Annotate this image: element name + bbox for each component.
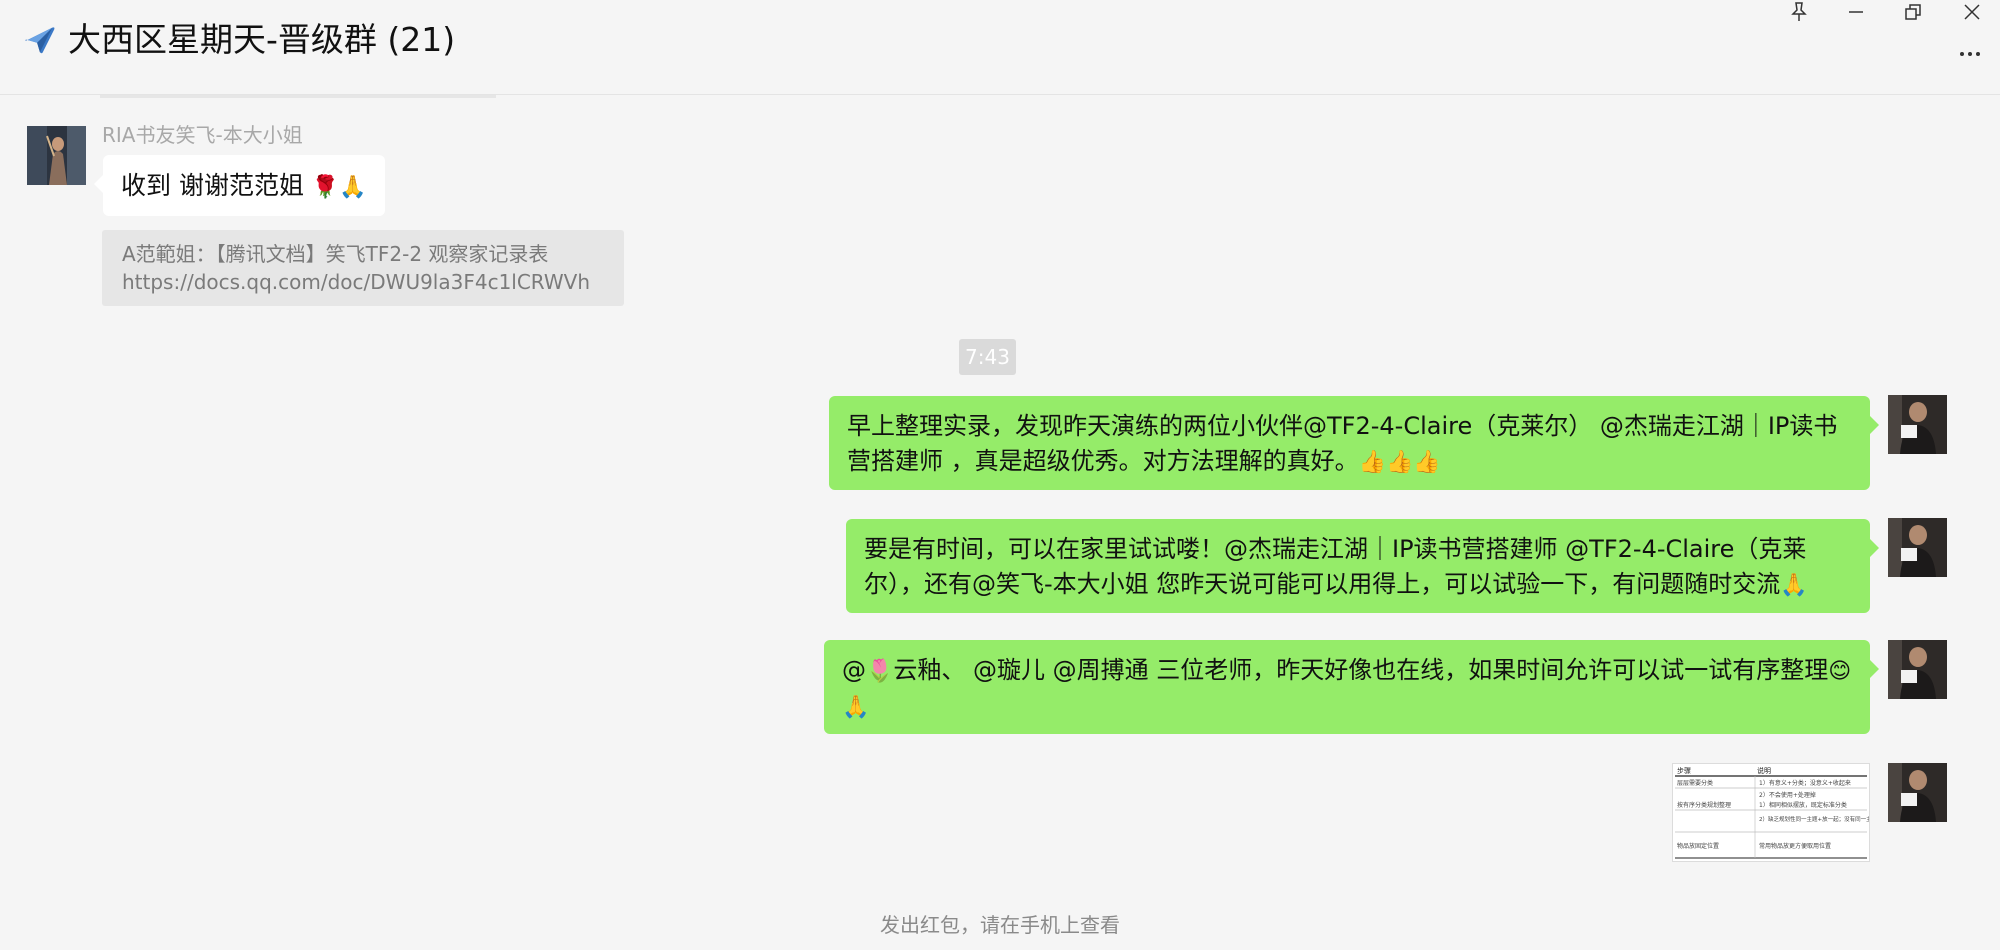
incoming-message[interactable]: 收到 谢谢范范姐 🌹🙏 — [94, 155, 385, 216]
restore-icon[interactable] — [1893, 0, 1933, 24]
mention-at: @ — [842, 656, 866, 684]
folded-hands-emoji: 🙏 — [1780, 573, 1808, 598]
image-message[interactable]: 步骤 说明 层层需要分类 1）有意义+分类；没意义+收起来 2）不会使用+处理掉… — [1672, 763, 1870, 862]
outgoing-message-text: 要是有时间，可以在家里试试喽！@杰瑞走江湖｜IP读书营搭建师 @TF2-4-Cl… — [864, 535, 1807, 598]
previous-bubble-edge — [100, 95, 496, 98]
table-cell: 按有序分类规划整理 — [1677, 801, 1731, 809]
system-note: 发出红包，请在手机上查看 — [880, 913, 1120, 937]
quoted-message[interactable]: A范範姐：【腾讯文档】笑飞TF2-2 观察家记录表 https://docs.q… — [102, 230, 624, 306]
table-cell: 物品放固定位置 — [1677, 842, 1719, 850]
quote-line-1: A范範姐：【腾讯文档】笑飞TF2-2 观察家记录表 — [122, 242, 549, 266]
timestamp: 7:43 — [959, 339, 1016, 375]
incoming-message-text: 收到 谢谢范范姐 — [121, 171, 304, 200]
close-icon[interactable] — [1952, 0, 1992, 24]
airplane-icon — [25, 27, 55, 54]
table-header-step: 步骤 — [1677, 766, 1691, 775]
my-avatar[interactable] — [1888, 763, 1947, 822]
table-cell: 常用物品放更方便取用位置 — [1759, 842, 1831, 850]
tulip-emoji: 🌷 — [866, 659, 894, 684]
title-bar: 大西区星期天-晋级群 (21) — [0, 0, 2000, 95]
rose-hands-emoji: 🌹🙏 — [311, 175, 367, 200]
thumbs-up-emoji: 👍👍👍 — [1358, 450, 1441, 475]
outgoing-message-text: 云釉、 @璇儿 @周搏通 三位老师，昨天好像也在线，如果时间允许可以试一试有序整… — [893, 656, 1829, 684]
table-cell: 2）不会使用+处理掉 — [1759, 791, 1816, 799]
my-avatar[interactable] — [1888, 395, 1947, 454]
sender-name: RIA书友笑飞-本大小姐 — [102, 123, 303, 147]
sender-avatar[interactable] — [27, 126, 86, 185]
table-image: 步骤 说明 层层需要分类 1）有意义+分类；没意义+收起来 2）不会使用+处理掉… — [1673, 764, 1869, 861]
minimize-icon[interactable] — [1836, 0, 1876, 24]
table-cell: 2）缺乏规划性同一主题+放一起；没有同一主题+按杂物处理 — [1759, 815, 1869, 823]
table-cell: 层层需要分类 — [1677, 779, 1713, 787]
my-avatar[interactable] — [1888, 640, 1947, 699]
table-header-desc: 说明 — [1757, 766, 1771, 775]
my-avatar[interactable] — [1888, 518, 1947, 577]
more-icon[interactable] — [1952, 42, 1988, 66]
outgoing-message[interactable]: 早上整理实录，发现昨天演练的两位小伙伴@TF2-4-Claire（克莱尔） @杰… — [829, 396, 1879, 490]
chat-area[interactable]: RIA书友笑飞-本大小姐 收到 谢谢范范姐 🌹🙏 A范範姐：【腾讯文档】笑飞TF… — [0, 95, 2000, 950]
table-cell: 1）相同相似摆放，既定标准分类 — [1759, 801, 1847, 809]
table-cell: 1）有意义+分类；没意义+收起来 — [1759, 779, 1851, 787]
outgoing-message[interactable]: @🌷云釉、 @璇儿 @周搏通 三位老师，昨天好像也在线，如果时间允许可以试一试有… — [824, 640, 1879, 734]
outgoing-message-text: 早上整理实录，发现昨天演练的两位小伙伴@TF2-4-Claire（克莱尔） @杰… — [847, 412, 1838, 475]
quote-line-2: https://docs.qq.com/doc/DWU9la3F4c1lCRWV… — [122, 270, 591, 294]
pin-icon[interactable] — [1779, 0, 1819, 24]
outgoing-message[interactable]: 要是有时间，可以在家里试试喽！@杰瑞走江湖｜IP读书营搭建师 @TF2-4-Cl… — [846, 519, 1879, 613]
chat-title: 大西区星期天-晋级群 (21) — [68, 20, 456, 59]
